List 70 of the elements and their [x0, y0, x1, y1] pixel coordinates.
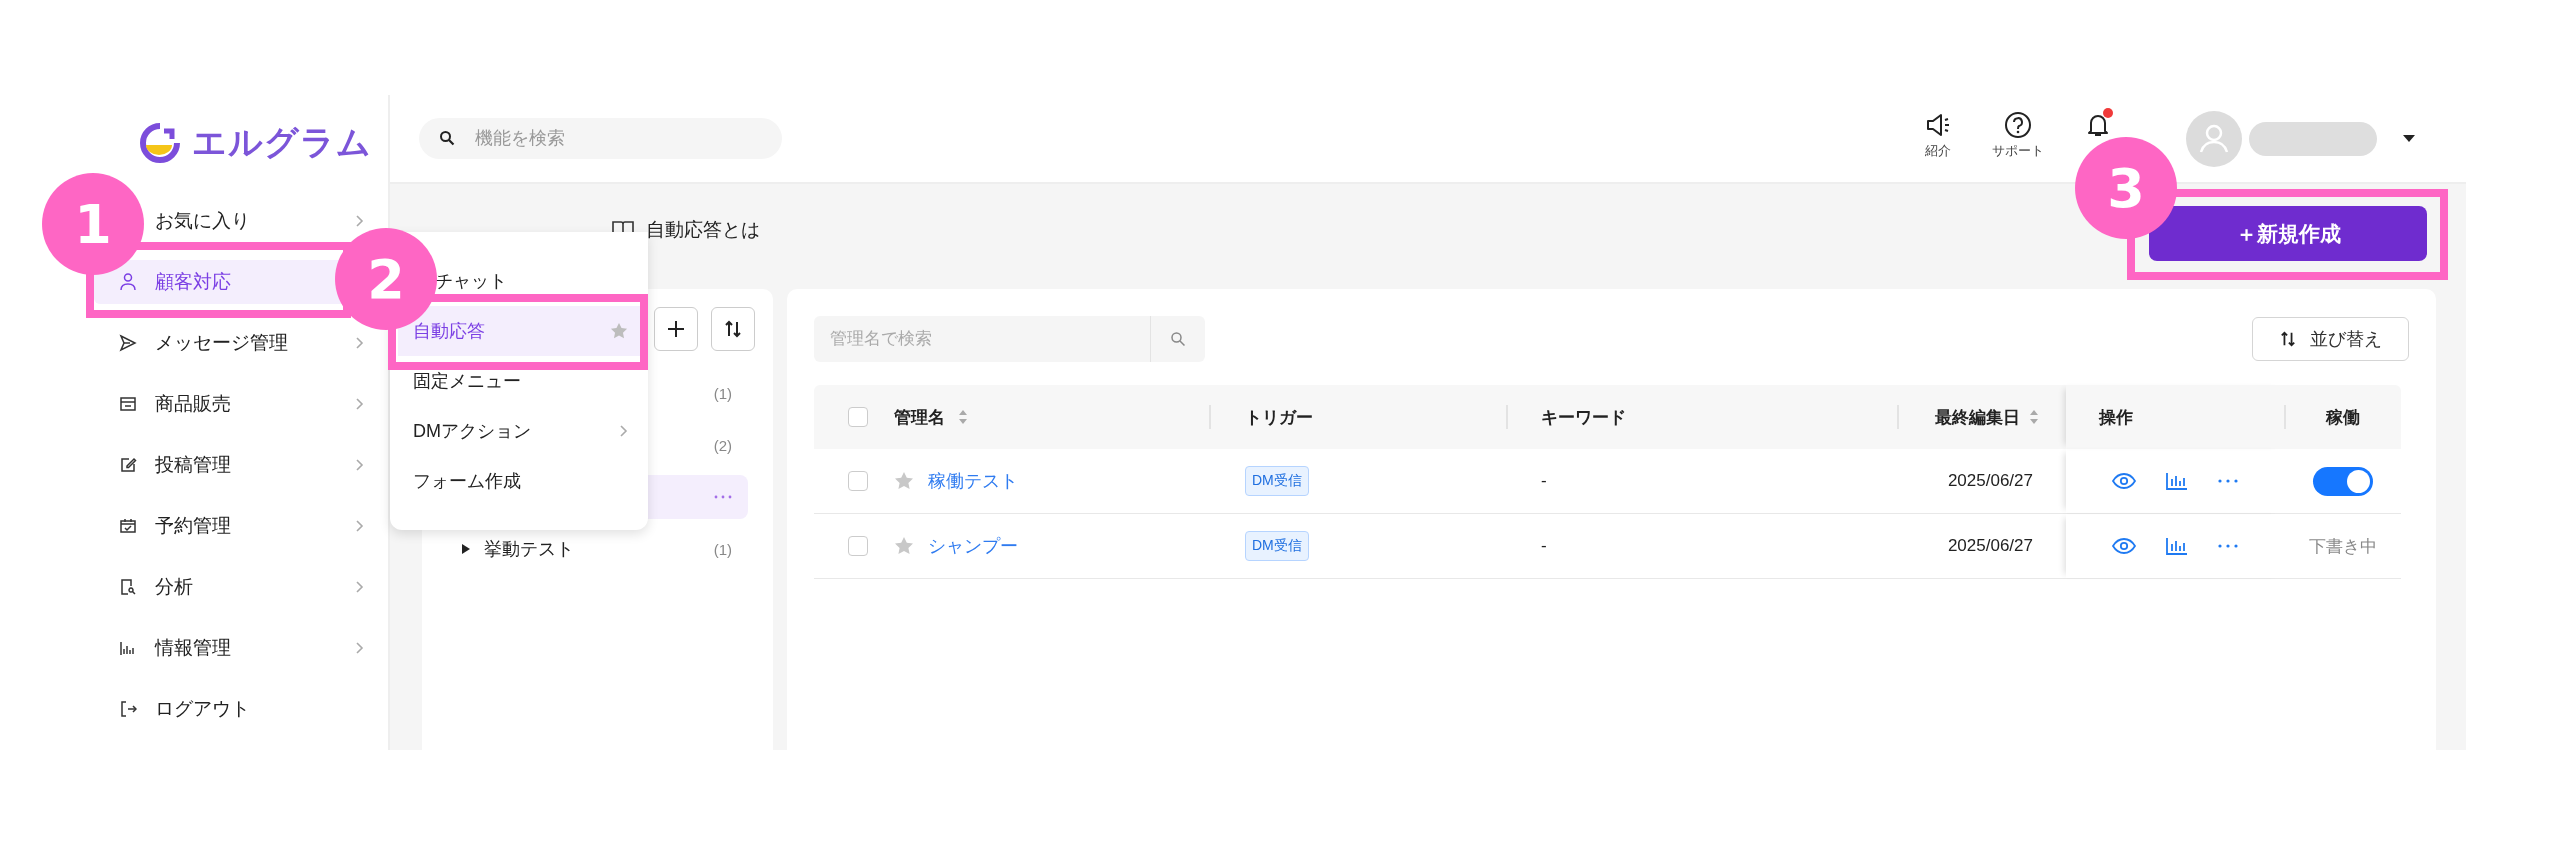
add-button[interactable]	[654, 307, 698, 351]
plus-icon	[667, 320, 685, 338]
column-header: トリガー	[1245, 406, 1313, 429]
status-text: 下書き中	[2308, 535, 2377, 558]
nav-icon	[119, 394, 137, 413]
folder-item[interactable]: 挙動テスト (1)	[447, 527, 748, 571]
search-icon	[439, 130, 455, 146]
column-header: 操作	[2099, 406, 2133, 429]
sort-button[interactable]: 並び替え	[2252, 317, 2409, 361]
nav-icon	[119, 577, 137, 596]
table-cell: -	[1541, 471, 1547, 491]
expand-arrow-icon	[462, 544, 470, 554]
new-button[interactable]: ＋新規作成	[2149, 206, 2427, 261]
header-tool[interactable]: サポート	[1978, 110, 2058, 167]
trigger-tag: DM受信	[1245, 466, 1309, 496]
nav-item[interactable]: ログアウト	[94, 686, 368, 731]
nav-item[interactable]: 分析	[94, 564, 368, 609]
name-link[interactable]: シャンプー	[928, 534, 1018, 558]
caret-icon[interactable]	[2403, 134, 2415, 143]
more-icon[interactable]	[714, 495, 732, 499]
help-icon	[2004, 110, 2032, 139]
logo-icon	[140, 122, 180, 163]
star-icon[interactable]	[894, 536, 914, 556]
submenu-item[interactable]: DMアクション	[398, 420, 640, 442]
search-icon	[1170, 331, 1186, 347]
column-header: 稼働	[2325, 406, 2360, 429]
eye-icon[interactable]	[2112, 538, 2136, 554]
nav-item[interactable]: 商品販売	[94, 381, 368, 426]
trigger-tag: DM受信	[1245, 531, 1309, 561]
column-header: 最終編集日	[1935, 406, 2020, 429]
search-field[interactable]: 管理名で検索	[814, 316, 1150, 362]
more-icon[interactable]	[2218, 479, 2238, 483]
column-header: 管理名	[894, 406, 945, 429]
table-cell: -	[1541, 536, 1547, 556]
checkbox[interactable]	[847, 407, 868, 427]
nav-icon	[119, 699, 137, 718]
sort-icon[interactable]	[2030, 410, 2038, 424]
folder-name: 挙動テスト	[484, 538, 574, 561]
step-tooltip: 1	[42, 173, 144, 275]
submenu-item[interactable]: フォーム作成	[398, 470, 640, 492]
table-cell: 2025/06/27	[1947, 471, 2033, 491]
star-icon[interactable]	[894, 471, 914, 491]
help-link[interactable]: 自動応答とは	[646, 202, 760, 257]
submenu-item[interactable]: 固定メニュー	[398, 370, 640, 392]
nav-item[interactable]: 予約管理	[94, 503, 368, 548]
sort-icon[interactable]	[959, 410, 967, 424]
eye-icon[interactable]	[2112, 473, 2136, 489]
nav-item[interactable]: 投稿管理	[94, 442, 368, 487]
name-link[interactable]: 稼働テスト	[928, 469, 1018, 493]
header-tool[interactable]: 紹介	[1898, 110, 1978, 167]
bar-chart-icon[interactable]	[2166, 472, 2188, 490]
nav-icon	[119, 333, 137, 352]
checkbox[interactable]	[847, 536, 868, 556]
sort-icon	[724, 320, 742, 338]
toggle-switch[interactable]	[2312, 466, 2373, 496]
logo-text: エルグラム	[192, 121, 372, 163]
nav-item[interactable]: 情報管理	[94, 625, 368, 670]
table-cell: 2025/06/27	[1947, 536, 2033, 556]
column-header: キーワード	[1541, 406, 1626, 429]
sort-button[interactable]	[711, 307, 755, 351]
sort-icon	[2279, 331, 2296, 347]
more-icon[interactable]	[2218, 544, 2238, 548]
nav-icon	[119, 516, 137, 535]
checkbox[interactable]	[847, 471, 868, 491]
star-icon[interactable]	[610, 322, 628, 340]
search-field[interactable]: 機能を検索	[419, 118, 782, 159]
bar-chart-icon[interactable]	[2166, 537, 2188, 555]
nav-icon	[119, 272, 137, 291]
nav-icon	[119, 455, 137, 474]
folder-count: (1)	[713, 540, 732, 558]
